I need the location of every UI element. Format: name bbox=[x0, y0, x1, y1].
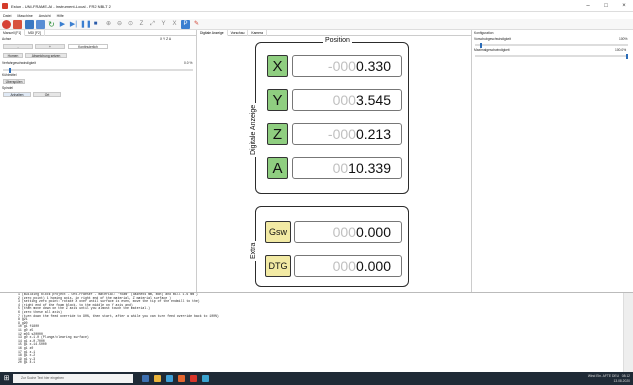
menu-view[interactable]: Ansicht bbox=[36, 12, 53, 18]
menu-file[interactable]: Datei bbox=[0, 12, 13, 18]
taskbar: ⊞ Zur Suche Text hier eingeben Wind Ein.… bbox=[0, 372, 633, 385]
feed-override-slider-thumb[interactable] bbox=[479, 42, 482, 48]
pause-icon[interactable]: ❚❚ bbox=[80, 20, 92, 29]
jog-plus-button[interactable]: + bbox=[35, 44, 65, 49]
file-explorer-icon[interactable] bbox=[154, 375, 161, 382]
extra-dtg-label: DTG bbox=[265, 255, 291, 277]
app-taskbar-icon[interactable] bbox=[190, 375, 197, 382]
extra-group: Extra Gsw 0000.000 DTG 0000.000 bbox=[250, 206, 409, 287]
firefox-icon[interactable] bbox=[178, 375, 185, 382]
extra-dtg-value: 0000.000 bbox=[294, 255, 402, 277]
power-icon[interactable] bbox=[13, 20, 22, 29]
maximize-button[interactable]: □ bbox=[600, 2, 612, 10]
extra-gsw-value: 0000.000 bbox=[294, 221, 402, 243]
window-titlebar: Estun - UNI-FRAME-AI - Instrument-Local … bbox=[0, 0, 633, 12]
mail-icon[interactable] bbox=[202, 375, 209, 382]
max-velocity-value: 100.0% bbox=[615, 48, 627, 52]
max-velocity-slider-thumb[interactable] bbox=[626, 53, 628, 59]
position-title: Position bbox=[323, 37, 352, 44]
jog-minus-button[interactable]: - bbox=[3, 44, 33, 49]
center-tabs: Digitale Anzeige Vorschau Kamera bbox=[197, 30, 472, 36]
max-velocity-slider[interactable] bbox=[475, 53, 628, 59]
tab-mdi[interactable]: MDI [F2] bbox=[25, 30, 45, 36]
edge-icon[interactable] bbox=[166, 375, 173, 382]
menu-help[interactable]: Hilfe bbox=[54, 12, 66, 18]
step-icon[interactable]: ▶| bbox=[69, 20, 78, 29]
toolbar: ↻ ▶ ▶| ❚❚ ■ ⊕ ⊖ ⊙ Z ⤢ Y X P ✎ bbox=[0, 19, 633, 30]
axis-x-label: X bbox=[267, 55, 288, 77]
stop-icon[interactable]: ■ bbox=[91, 20, 100, 29]
axis-a-value: 0010.339 bbox=[292, 157, 402, 179]
feed-override-value: 100% bbox=[619, 37, 628, 41]
estop-icon[interactable] bbox=[2, 20, 11, 29]
axis-x-value: -0000.330 bbox=[292, 55, 402, 77]
feed-override-slider[interactable] bbox=[475, 42, 628, 48]
center-area: Digitale Anzeige Vorschau Kamera Position … bbox=[197, 30, 472, 292]
tray-time: 08:12 bbox=[621, 374, 630, 378]
axis-y-label: Y bbox=[267, 89, 288, 111]
jog-speed-slider-thumb[interactable] bbox=[8, 67, 11, 73]
desktop-screen: Estun - UNI-FRAME-AI - Instrument-Local … bbox=[0, 0, 633, 385]
menu-bar: Datei Maschine Ansicht Hilfe bbox=[0, 12, 633, 19]
app-icon bbox=[2, 3, 8, 9]
gcode-listing[interactable]: 1 (Building block project - Unt-Fraeser … bbox=[0, 292, 633, 372]
clear-icon[interactable]: ✎ bbox=[192, 20, 201, 29]
touch-off-button[interactable]: Abweichung setzen bbox=[25, 53, 67, 58]
minimize-button[interactable]: – bbox=[582, 2, 594, 10]
axis-a-label: A bbox=[267, 157, 288, 179]
reload-icon[interactable]: ↻ bbox=[47, 20, 56, 29]
axis-z-value: -0000.213 bbox=[292, 123, 402, 145]
zoom-in-icon[interactable]: ⊕ bbox=[104, 20, 113, 29]
position-group: Position Digitale Anzeige X -0000.330 Y … bbox=[250, 37, 409, 194]
system-tray[interactable]: Wind Ein. AFTE DEU 08:12 13.08.2020 bbox=[588, 374, 630, 383]
view-rotated-icon[interactable]: ⤢ bbox=[148, 20, 157, 29]
window-title: Estun - UNI-FRAME-AI - Instrument-Local … bbox=[11, 4, 111, 9]
extra-gsw-label: Gsw bbox=[265, 221, 291, 243]
menu-machine[interactable]: Maschine bbox=[14, 12, 34, 18]
flood-button[interactable]: Überspülen bbox=[3, 79, 25, 84]
gcode-scrollbar[interactable] bbox=[623, 293, 633, 372]
left-tabs: Manuell [F1] MDI [F2] bbox=[0, 30, 197, 36]
jog-speed-label: Verfahrgeschwindigkeit bbox=[2, 61, 36, 65]
max-velocity-label: Maximalgeschwindigkeit bbox=[474, 48, 510, 52]
extra-side-label: Extra bbox=[250, 240, 257, 261]
jog-speed-value: 0.0 % bbox=[184, 61, 193, 65]
view-p-icon[interactable]: P bbox=[181, 20, 190, 29]
axis-z-label: Z bbox=[267, 123, 288, 145]
tray-text: Wind Ein. AFTE DEU bbox=[587, 374, 619, 378]
view-z-icon[interactable]: Z bbox=[137, 20, 146, 29]
zoom-fit-icon[interactable]: ⊙ bbox=[126, 20, 135, 29]
coolant-label: Kühlmittel bbox=[2, 73, 17, 77]
open-file-icon[interactable] bbox=[25, 20, 34, 29]
view-y-icon[interactable]: Y bbox=[159, 20, 168, 29]
close-button[interactable]: × bbox=[618, 2, 630, 10]
home-button[interactable]: Homen bbox=[3, 53, 23, 58]
config-header: Konfiguration bbox=[474, 31, 494, 35]
tab-preview[interactable]: Vorschau bbox=[228, 30, 249, 36]
taskbar-search-input[interactable]: Zur Suche Text hier eingeben bbox=[13, 374, 133, 383]
feed-override-label: Vorschubgeschwindigkeit bbox=[474, 37, 512, 41]
gcode-line[interactable]: 20 g1 z-1 bbox=[9, 361, 633, 365]
tab-manual[interactable]: Manuell [F1] bbox=[0, 30, 26, 36]
axis-section-label: Achse bbox=[2, 37, 12, 41]
left-panel: Manuell [F1] MDI [F2] Achse X Y Z A - + K… bbox=[0, 30, 197, 292]
spindle-cw-button[interactable]: Ort bbox=[33, 92, 61, 97]
jog-mode-select[interactable]: Kontinuierlich bbox=[68, 44, 108, 49]
zoom-out-icon[interactable]: ⊖ bbox=[115, 20, 124, 29]
right-panel: Konfiguration Vorschubgeschwindigkeit 10… bbox=[472, 30, 633, 292]
axis-radio-group[interactable]: X Y Z A bbox=[160, 37, 171, 42]
jog-speed-slider[interactable] bbox=[3, 67, 193, 73]
spindle-label: Spindel bbox=[2, 86, 13, 90]
position-side-label: Digitale Anzeige bbox=[250, 102, 257, 157]
view-x-icon[interactable]: X bbox=[170, 20, 179, 29]
run-icon[interactable]: ▶ bbox=[58, 20, 67, 29]
task-view-icon[interactable] bbox=[142, 375, 149, 382]
save-icon[interactable] bbox=[36, 20, 45, 29]
tray-date: 13.08.2020 bbox=[613, 378, 630, 383]
tab-camera[interactable]: Kamera bbox=[248, 30, 267, 36]
windows-start-icon[interactable]: ⊞ bbox=[2, 374, 11, 383]
tab-digital-display[interactable]: Digitale Anzeige bbox=[197, 30, 228, 36]
axis-y-value: 0003.545 bbox=[292, 89, 402, 111]
spindle-stop-button[interactable]: Anhalten bbox=[3, 92, 31, 97]
